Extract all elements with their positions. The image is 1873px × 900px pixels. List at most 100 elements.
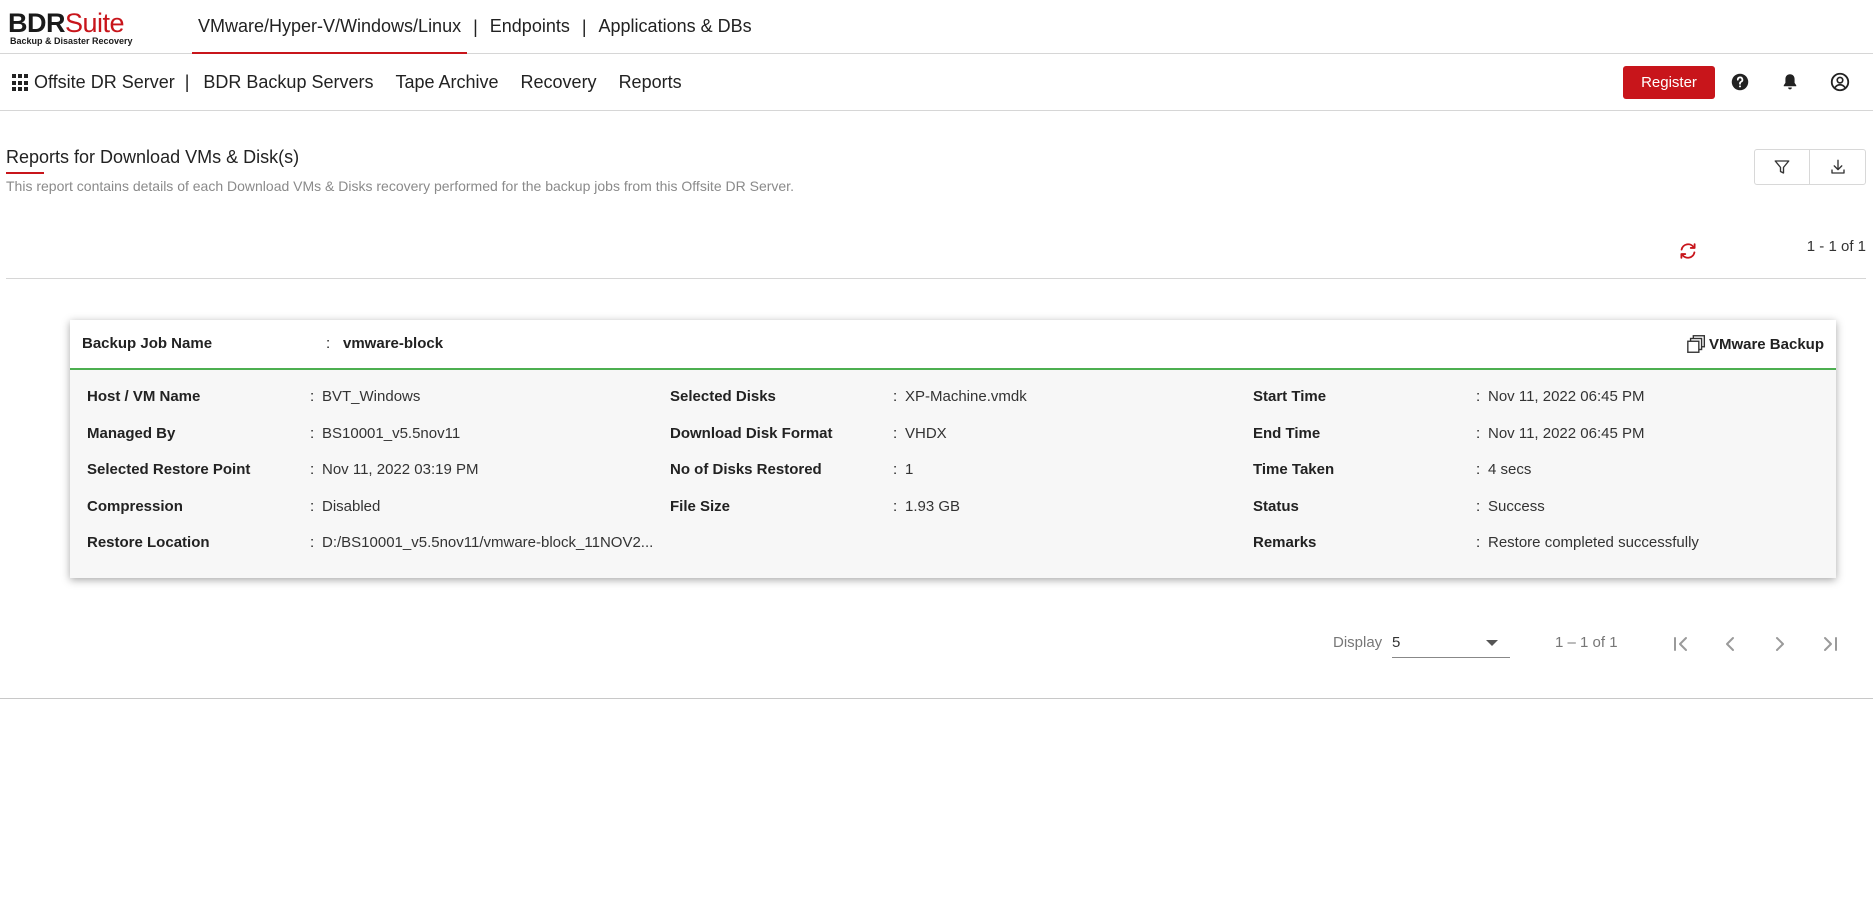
footer-divider (0, 698, 1873, 699)
page-range: 1 – 1 of 1 (1555, 634, 1618, 651)
backup-job-name-value: vmware-block (343, 335, 444, 352)
detail-row: Start Time: Nov 11, 2022 06:45 PM (1253, 388, 1833, 408)
card-details: Host / VM Name: BVT_Windows Managed By: BS… (70, 370, 1836, 578)
filter-button[interactable] (1755, 150, 1811, 184)
colon: : (310, 388, 315, 405)
detail-row: Download Disk Format: VHDX (670, 425, 1250, 445)
detail-label: Remarks (1253, 534, 1317, 551)
detail-value: BS10001_v5.5nov11 (322, 425, 461, 442)
colon: : (310, 461, 315, 478)
page-size-value: 5 (1392, 634, 1401, 651)
detail-row: Compression: Disabled (87, 498, 667, 518)
product-nav-separator: | (581, 16, 587, 37)
logo-wordmark: BDRSuite (8, 9, 133, 37)
colon: : (326, 335, 331, 352)
bdrsuite-logo[interactable]: BDRSuite Backup & Disaster Recovery (8, 9, 133, 46)
nav-recovery[interactable]: Recovery (521, 72, 597, 93)
detail-row: Time Taken:4 secs (1253, 461, 1833, 481)
chevron-down-icon (1486, 640, 1498, 646)
detail-label: Start Time (1253, 388, 1327, 405)
detail-value: 4 secs (1488, 461, 1532, 478)
prev-page-button[interactable] (1715, 630, 1745, 658)
card-header: Backup Job Name : vmware-block VMware Ba… (70, 320, 1836, 370)
nav-tape-archive[interactable]: Tape Archive (395, 72, 498, 93)
next-page-icon (1776, 637, 1784, 651)
paginator: Display 5 1 – 1 of 1 (0, 628, 1873, 660)
colon: : (1476, 388, 1481, 405)
nav-reports[interactable]: Reports (619, 72, 682, 93)
bell-icon[interactable] (1779, 71, 1801, 93)
detail-value: Nov 11, 2022 06:45 PM (1488, 425, 1645, 442)
detail-value: Restore completed successfully (1488, 534, 1699, 551)
next-page-button[interactable] (1765, 630, 1795, 658)
display-label: Display (1333, 634, 1383, 651)
detail-label: Status (1253, 498, 1299, 515)
detail-row: File Size:1.93 GB (670, 498, 1250, 518)
colon: : (1476, 498, 1481, 515)
nav-bdr-backup-servers[interactable]: BDR Backup Servers (203, 72, 373, 93)
detail-value: Disabled (322, 498, 381, 515)
colon: : (893, 425, 898, 442)
detail-value: Nov 11, 2022 06:45 PM (1488, 388, 1645, 405)
detail-label: End Time (1253, 425, 1321, 442)
last-page-button[interactable] (1815, 630, 1845, 658)
page-size-select[interactable]: 5 (1392, 628, 1510, 658)
refresh-icon[interactable] (1677, 240, 1699, 262)
report-actions (1754, 149, 1866, 185)
last-page-icon (1824, 637, 1837, 651)
tab-applications-dbs[interactable]: Applications & DBs (593, 0, 758, 54)
detail-label: No of Disks Restored (670, 461, 822, 478)
detail-label: Managed By (87, 425, 176, 442)
vmware-icon (1687, 335, 1705, 353)
detail-label: Host / VM Name (87, 388, 201, 405)
colon: : (310, 425, 315, 442)
prev-page-icon (1726, 637, 1734, 651)
details-column-1: Host / VM Name: BVT_Windows Managed By: BS… (87, 370, 653, 578)
top-record-count: 1 - 1 of 1 (1806, 238, 1866, 255)
help-icon[interactable] (1729, 71, 1751, 93)
detail-label: Download Disk Format (670, 425, 833, 442)
detail-row: Restore Location: D:/BS10001_v5.5nov11/vm… (87, 534, 667, 554)
detail-value: XP-Machine.vmdk (905, 388, 1027, 405)
details-column-3: Start Time: Nov 11, 2022 06:45 PM End Tim… (1253, 370, 1813, 578)
restore-location-value: D:/BS10001_v5.5nov11/vmware-block_11NOV2… (322, 534, 654, 551)
detail-label: Selected Restore Point (87, 461, 251, 478)
product-nav-separator: | (473, 16, 478, 37)
first-page-icon (1674, 637, 1687, 651)
detail-label: Selected Disks (670, 388, 776, 405)
report-card: Backup Job Name : vmware-block VMware Ba… (70, 320, 1836, 578)
first-page-button[interactable] (1666, 630, 1696, 658)
detail-row: End Time: Nov 11, 2022 06:45 PM (1253, 425, 1833, 445)
filter-icon (1774, 160, 1790, 174)
tab-vmware-hyperv-windows-linux[interactable]: VMware/Hyper-V/Windows/Linux (192, 0, 468, 54)
detail-row: Managed By: BS10001_v5.5nov11 (87, 425, 667, 445)
download-button[interactable] (1810, 150, 1865, 184)
apps-grid-icon[interactable] (12, 74, 30, 92)
colon: : (893, 388, 898, 405)
job-type: VMware Backup (1686, 333, 1824, 355)
secondary-nav: Offsite DR Server | BDR Backup Servers T… (12, 54, 704, 111)
tab-endpoints[interactable]: Endpoints (484, 0, 576, 54)
nav-separator: | (184, 72, 190, 92)
colon: : (1476, 534, 1481, 551)
secondary-header: Offsite DR Server | BDR Backup Servers T… (0, 54, 1873, 111)
page-description: This report contains details of each Dow… (6, 178, 794, 194)
colon: : (1476, 461, 1481, 478)
detail-row: Selected Restore Point: Nov 11, 2022 03:1… (87, 461, 667, 481)
detail-value: VHDX (905, 425, 947, 442)
detail-label: Compression (87, 498, 183, 515)
register-button[interactable]: Register (1623, 66, 1715, 99)
detail-label: File Size (670, 498, 731, 515)
account-icon[interactable] (1829, 71, 1851, 93)
detail-row: Remarks: Restore completed successfully (1253, 534, 1833, 554)
logo-tagline: Backup & Disaster Recovery (10, 36, 133, 46)
detail-value: 1.93 GB (905, 498, 961, 515)
nav-offsite-dr-server[interactable]: Offsite DR Server (34, 72, 175, 93)
detail-row: Host / VM Name: BVT_Windows (87, 388, 667, 408)
colon: : (1476, 425, 1481, 442)
job-type-label: VMware Backup (1708, 335, 1824, 353)
logo-suite: Suite (65, 8, 125, 38)
detail-row: No of Disks Restored:1 (670, 461, 1250, 481)
top-header: BDRSuite Backup & Disaster Recovery VMwa… (0, 0, 1873, 54)
detail-row: Status: Success (1253, 498, 1833, 518)
